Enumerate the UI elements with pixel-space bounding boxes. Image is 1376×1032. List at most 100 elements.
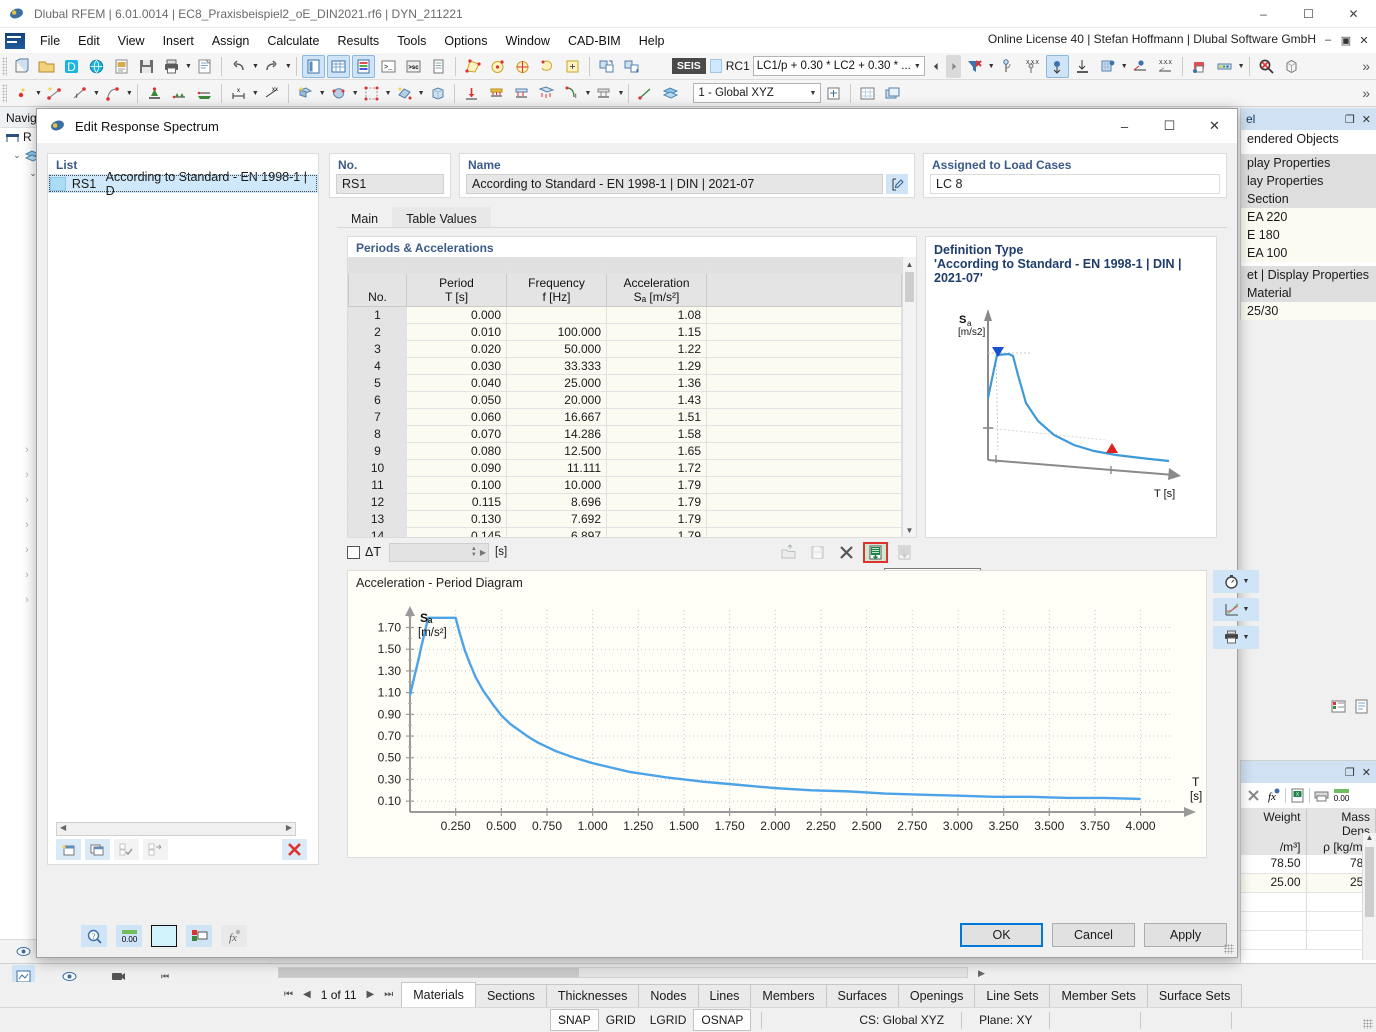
nodal-load-icon[interactable] [460, 82, 483, 105]
colored-panel-icon[interactable] [352, 55, 375, 78]
snap-toggle[interactable]: SNAP [550, 1009, 599, 1031]
menu-tools[interactable]: Tools [388, 30, 435, 52]
new-line-dim-icon[interactable]: I [68, 82, 91, 105]
table-row[interactable]: 110.10010.0001.79 [349, 477, 902, 494]
cell-empty[interactable] [707, 511, 902, 528]
navigator-panel-icon[interactable] [302, 55, 325, 78]
view-mode-1-icon[interactable] [595, 55, 618, 78]
tab-members[interactable]: Members [750, 984, 826, 1007]
export-to-excel-icon[interactable] [863, 542, 888, 563]
globe-icon[interactable] [85, 55, 108, 78]
zoom-all-icon[interactable] [1280, 55, 1303, 78]
table-row[interactable]: 30.02050.0001.22 [349, 341, 902, 358]
scroll-up-icon[interactable]: ▲ [1363, 833, 1376, 846]
panel-row-6[interactable]: EA 100 [1241, 244, 1376, 262]
imperfection-icon[interactable] [592, 82, 615, 105]
cell-period[interactable]: 0.010 [407, 324, 507, 341]
next-record-icon[interactable]: ▶ [367, 989, 375, 1000]
materials-panel-close-icon[interactable]: ✕ [1362, 766, 1371, 779]
panel-settings-icon[interactable] [1353, 698, 1370, 715]
undo-dropdown-caret[interactable]: ▼ [252, 63, 259, 70]
free-load-icon[interactable]: I [560, 82, 583, 105]
toolbar-overflow-icon[interactable]: » [1362, 58, 1370, 74]
cell-frequency[interactable]: 12.500 [507, 443, 607, 460]
delta-t-input[interactable]: ▲ ▼ ▶ [389, 543, 489, 562]
list-item[interactable]: RS1 According to Standard - EN 1998-1 | … [48, 174, 318, 193]
hscroll-right-icon[interactable]: ▶ [978, 968, 985, 979]
tab-line-sets[interactable]: Line Sets [974, 984, 1050, 1007]
multi-results-caret[interactable]: ▼ [1238, 63, 1245, 70]
coordinate-system-select[interactable]: 1 - Global XYZ ▼ [693, 83, 821, 103]
toolbar-grip-2[interactable] [2, 84, 7, 103]
cell-frequency[interactable]: 6.897 [507, 528, 607, 538]
tab-member-sets[interactable]: Member Sets [1049, 984, 1147, 1007]
cell-empty[interactable] [707, 307, 902, 324]
materials-table-scrollbar[interactable]: ▲ [1362, 833, 1376, 960]
zoom-reset-icon[interactable] [1255, 55, 1278, 78]
table-row[interactable]: 78.50 785 [1241, 855, 1376, 874]
arc-dropdown-caret[interactable]: ▼ [126, 90, 133, 97]
import-from-excel-icon[interactable] [892, 542, 917, 563]
opening-dd-caret[interactable]: ▼ [385, 90, 392, 97]
clear-table-icon[interactable] [834, 542, 859, 563]
table-row[interactable]: 80.07014.2861.58 [349, 426, 902, 443]
cell-period[interactable]: 0.030 [407, 358, 507, 375]
dialog-maximize-button[interactable]: ☐ [1147, 109, 1192, 143]
cell-frequency[interactable] [507, 307, 607, 324]
table-panel-icon[interactable] [327, 55, 350, 78]
new-spectrum-icon[interactable] [56, 839, 81, 860]
panel-row-1[interactable]: play Properties [1241, 154, 1376, 172]
tab-surfaces[interactable]: Surfaces [826, 984, 899, 1007]
units-decimals-icon[interactable]: 0.00 [116, 925, 142, 947]
cell-frequency[interactable]: 11.111 [507, 460, 607, 477]
opening-icon[interactable] [360, 82, 383, 105]
dim-dropdown-caret[interactable]: ▼ [252, 90, 259, 97]
surface-results-icon[interactable] [1096, 55, 1119, 78]
new-surface-icon[interactable] [294, 82, 317, 105]
save-table-icon[interactable] [805, 542, 830, 563]
cancel-button[interactable]: Cancel [1052, 923, 1135, 947]
color-swatch-button[interactable] [151, 925, 177, 947]
cell-empty[interactable] [707, 528, 902, 538]
surface-dd-caret[interactable]: ▼ [319, 90, 326, 97]
cell-acceleration[interactable]: 1.58 [607, 426, 707, 443]
cell-acceleration[interactable]: 1.72 [607, 460, 707, 477]
line-load-icon[interactable] [510, 82, 533, 105]
dimension-xx-icon[interactable]: xx [260, 82, 283, 105]
close-button[interactable]: ✕ [1331, 0, 1376, 28]
cell-empty[interactable] [707, 494, 902, 511]
toolbar2-overflow-icon[interactable]: » [1362, 85, 1370, 101]
save-icon[interactable] [135, 55, 158, 78]
minimize-button[interactable]: – [1241, 0, 1286, 28]
surfset-dd-caret[interactable]: ▼ [418, 90, 425, 97]
nav-chev-6[interactable]: › [20, 563, 34, 588]
new-node-icon[interactable] [10, 82, 33, 105]
horizontal-scrollbar[interactable] [278, 967, 968, 978]
cell-empty[interactable] [707, 358, 902, 375]
cell-acceleration[interactable]: 1.51 [607, 409, 707, 426]
cell-frequency[interactable]: 14.286 [507, 426, 607, 443]
chart-print-caret[interactable]: ▼ [1243, 634, 1250, 641]
result-value-icon[interactable] [996, 55, 1019, 78]
scroll-thumb[interactable] [1365, 847, 1374, 917]
table-row[interactable] [1241, 931, 1376, 950]
scroll-up-icon[interactable]: ▲ [903, 257, 916, 271]
tab-materials[interactable]: Materials [401, 982, 476, 1007]
table-row[interactable]: 40.03033.3331.29 [349, 358, 902, 375]
member-xxx-icon[interactable]: X.X.X [1154, 55, 1177, 78]
delete-spectrum-icon[interactable] [282, 839, 307, 860]
formula-icon[interactable]: fx [1265, 787, 1282, 804]
cell-acceleration[interactable]: 1.43 [607, 392, 707, 409]
grid-toggle[interactable]: GRID [599, 1010, 643, 1030]
cell-acceleration[interactable]: 1.29 [607, 358, 707, 375]
name-field[interactable]: According to Standard - EN 1998-1 | DIN … [466, 174, 883, 194]
delete-row-icon[interactable] [1245, 787, 1262, 804]
cell-period[interactable]: 0.080 [407, 443, 507, 460]
resize-grip[interactable] [1363, 1019, 1373, 1029]
periods-table-scrollbar[interactable]: ▲ ▼ [902, 257, 916, 537]
cell-empty[interactable] [707, 392, 902, 409]
table-row[interactable] [1241, 893, 1376, 912]
tab-thicknesses[interactable]: Thicknesses [546, 984, 639, 1007]
tab-openings[interactable]: Openings [898, 984, 976, 1007]
tab-nodes[interactable]: Nodes [638, 984, 698, 1007]
